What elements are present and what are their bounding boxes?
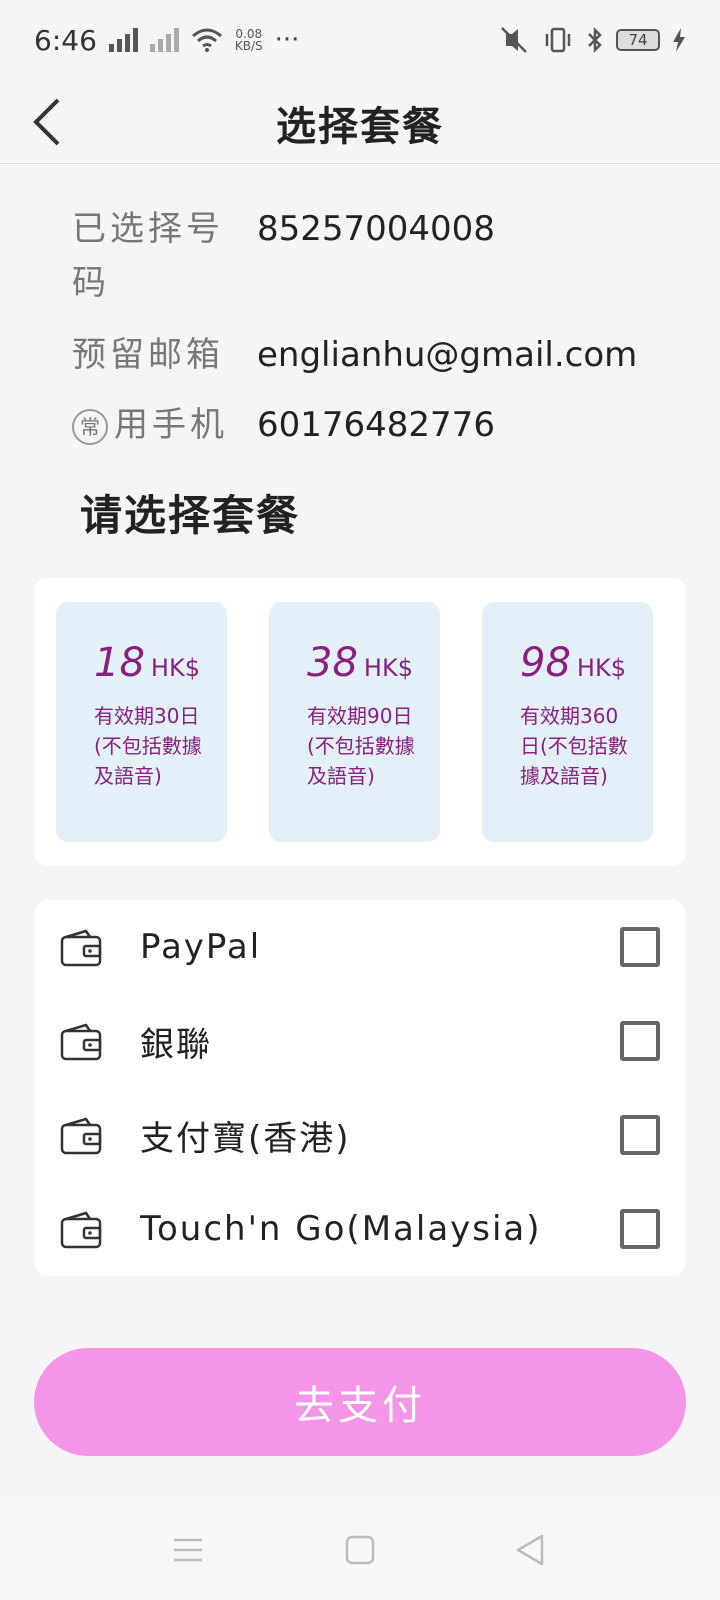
selected-number-row: 已选择号码 85257004008 [72, 202, 495, 310]
selected-number-value: 85257004008 [257, 209, 495, 249]
payment-option-alipay-hk[interactable]: 支付寶(香港) [34, 1088, 686, 1182]
speed-unit: KB/S [234, 39, 263, 53]
payment-checkbox[interactable] [620, 1021, 660, 1061]
status-bar: 6:46 0.08 KB/S ··· 74 [0, 0, 720, 80]
wallet-icon [60, 1023, 102, 1061]
email-row: 预留邮箱 englianhu@gmail.com [72, 328, 637, 382]
mute-vibrate-icon [501, 27, 527, 53]
charging-icon [673, 28, 685, 52]
signal-icon [108, 28, 138, 52]
page-title: 选择套餐 [276, 104, 444, 150]
section-title: 请选择套餐 [80, 491, 301, 540]
wallet-icon [60, 1117, 102, 1155]
bluetooth-icon [588, 26, 602, 54]
battery-icon: 74 [616, 29, 660, 51]
plan-currency: HK$ [363, 654, 413, 682]
plan-option[interactable]: 18 HK$ 有效期30日(不包括數據及語音) [56, 602, 227, 842]
system-nav-bar [0, 1500, 720, 1600]
payment-label: Touch'n Go(Malaysia) [140, 1209, 542, 1249]
phone-value: 60176482776 [257, 405, 495, 445]
email-label: 预留邮箱 [72, 335, 224, 375]
plan-price-value: 38 [307, 640, 358, 686]
payment-methods-card: PayPal 銀聯 支付寶(香港) Touch'n Go(Malaysia) [34, 900, 686, 1276]
signal-no-service-icon [149, 28, 179, 52]
menu-icon[interactable] [170, 1532, 206, 1568]
plan-price-value: 18 [94, 640, 145, 686]
wifi-icon [191, 28, 222, 52]
payment-label: 支付寶(香港) [140, 1118, 351, 1159]
more-notifications: ··· [274, 25, 300, 55]
payment-option-paypal[interactable]: PayPal [34, 900, 686, 994]
payment-label: PayPal [140, 927, 262, 967]
payment-label: 銀聯 [140, 1024, 212, 1065]
plan-description: 有效期30日(不包括數據及語音) [94, 704, 202, 788]
payment-checkbox[interactable] [620, 1209, 660, 1249]
plan-description: 有效期360日(不包括數據及語音) [520, 704, 628, 788]
top-app-bar: 选择套餐 [0, 80, 720, 164]
plan-price: 38 HK$ [307, 638, 416, 693]
payment-checkbox[interactable] [620, 1115, 660, 1155]
payment-option-touchngo[interactable]: Touch'n Go(Malaysia) [34, 1182, 686, 1276]
selected-number-label: 已选择号码 [72, 209, 224, 303]
plan-price: 18 HK$ [94, 638, 203, 693]
network-speed: 0.08 KB/S [235, 28, 263, 52]
vibrate-icon [545, 27, 571, 53]
clock: 6:46 [34, 23, 97, 57]
phone-label-text: 用手机 [114, 405, 228, 445]
payment-option-unionpay[interactable]: 銀聯 [34, 994, 686, 1088]
plan-price-value: 98 [520, 640, 571, 686]
home-icon[interactable] [342, 1532, 378, 1568]
email-value: englianhu@gmail.com [257, 335, 638, 375]
phone-label: 常用手机 [72, 398, 257, 452]
plan-option[interactable]: 38 HK$ 有效期90日(不包括數據及語音) [269, 602, 440, 842]
phone-label-circle: 常 [72, 408, 108, 445]
wallet-icon [60, 1211, 102, 1249]
plans-card: 18 HK$ 有效期30日(不包括數據及語音) 38 HK$ 有效期90日(不包括數… [34, 578, 686, 866]
payment-checkbox[interactable] [620, 927, 660, 967]
plan-option[interactable]: 98 HK$ 有效期360日(不包括數據及語音) [482, 602, 653, 842]
plan-currency: HK$ [150, 654, 200, 682]
pay-button[interactable]: 去支付 [34, 1348, 686, 1456]
plan-currency: HK$ [576, 654, 626, 682]
back-triangle-icon[interactable] [512, 1532, 548, 1568]
wallet-icon [60, 929, 102, 967]
plan-description: 有效期90日(不包括數據及語音) [307, 704, 415, 788]
phone-row: 常用手机 60176482776 [72, 398, 495, 452]
plan-price: 98 HK$ [520, 638, 629, 693]
